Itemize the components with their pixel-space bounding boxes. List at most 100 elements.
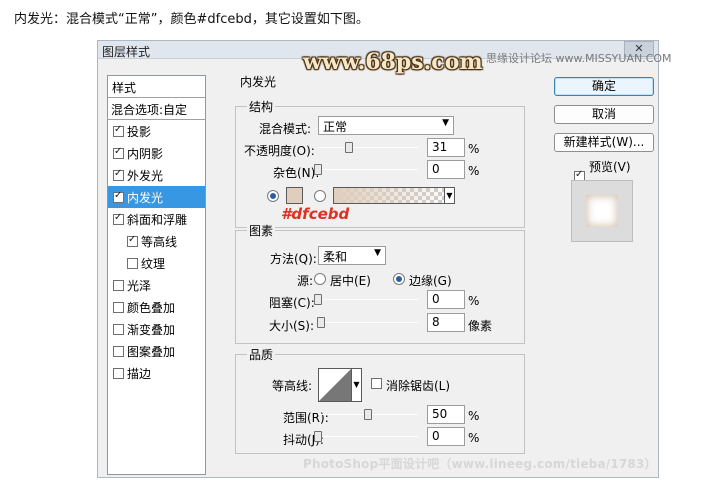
technique-select[interactable]: 柔和 ▼	[318, 246, 386, 265]
size-slider-thumb[interactable]	[317, 317, 326, 328]
styles-list: 样式 混合选项:自定 投影内阴影外发光内发光斜面和浮雕等高线纹理光泽颜色叠加渐变…	[107, 75, 206, 475]
layer-style-dialog: 图层样式 ✕ www.68ps.com 思缘设计论坛 www.MISSYUAN.…	[97, 40, 672, 478]
range-input[interactable]: 50	[427, 405, 465, 424]
style-checkbox[interactable]	[113, 301, 124, 313]
size-slider-track[interactable]	[318, 322, 418, 323]
noise-input[interactable]: 0	[427, 160, 465, 179]
preview-thumbnail	[571, 180, 633, 242]
contour-picker[interactable]	[318, 368, 352, 402]
style-checkbox[interactable]	[113, 190, 124, 203]
style-checkbox[interactable]	[113, 279, 124, 291]
gradient-radio[interactable]	[314, 190, 326, 202]
choke-slider-track[interactable]	[318, 299, 418, 300]
section-title: 内发光	[238, 73, 279, 90]
chevron-down-icon: ▼	[444, 188, 454, 203]
style-item[interactable]: 图案叠加	[108, 340, 205, 362]
opacity-label: 不透明度(O):	[244, 144, 315, 158]
opacity-slider-track[interactable]	[318, 147, 418, 148]
size-input[interactable]: 8	[427, 313, 465, 332]
blend-mode-select[interactable]: 正常 ▼	[318, 116, 454, 135]
jitter-slider-thumb[interactable]	[314, 431, 322, 442]
style-checkbox[interactable]	[113, 345, 124, 357]
noise-slider-track[interactable]	[318, 169, 418, 170]
style-item[interactable]: 外发光	[108, 164, 205, 186]
structure-title: 结构	[247, 98, 276, 115]
choke-slider-thumb[interactable]	[314, 294, 322, 305]
blending-options-item[interactable]: 混合选项:自定	[108, 98, 205, 120]
style-item[interactable]: 描边	[108, 362, 205, 384]
style-item-label: 纹理	[141, 256, 166, 271]
glow-color-swatch[interactable]	[286, 187, 303, 204]
jitter-input[interactable]: 0	[427, 427, 465, 446]
size-label: 大小(S):	[269, 319, 315, 333]
quality-group	[235, 354, 525, 454]
quality-title: 品质	[247, 346, 276, 363]
style-item[interactable]: 内阴影	[108, 142, 205, 164]
source-edge-label: 边缘(G)	[409, 274, 452, 288]
source-edge-radio[interactable]	[393, 273, 405, 285]
style-checkbox[interactable]	[113, 124, 124, 137]
style-item-label: 外发光	[127, 168, 164, 183]
style-item[interactable]: 光泽	[108, 274, 205, 296]
blend-mode-value: 正常	[323, 120, 348, 134]
source-label: 源:	[297, 274, 314, 288]
technique-label: 方法(Q):	[270, 252, 317, 266]
style-checkbox[interactable]	[113, 146, 124, 159]
antialias-label: 消除锯齿(L)	[386, 379, 451, 393]
new-style-button[interactable]: 新建样式(W)...	[554, 133, 654, 152]
style-item[interactable]: 内发光	[108, 186, 205, 208]
cancel-button[interactable]: 取消	[554, 105, 654, 124]
chevron-down-icon: ▼	[374, 248, 381, 258]
style-item[interactable]: 等高线	[108, 230, 205, 252]
style-checkbox[interactable]	[113, 323, 124, 335]
style-item-label: 颜色叠加	[127, 300, 176, 315]
antialias-checkbox[interactable]	[371, 378, 382, 389]
style-checkbox[interactable]	[127, 234, 138, 247]
style-item[interactable]: 渐变叠加	[108, 318, 205, 340]
style-checkbox[interactable]	[113, 367, 124, 379]
gradient-picker[interactable]: ▼	[333, 187, 455, 204]
source-center-radio[interactable]	[314, 273, 326, 285]
noise-slider-thumb[interactable]	[314, 164, 322, 175]
style-checkbox[interactable]	[113, 168, 124, 181]
preview-swatch	[586, 195, 618, 227]
style-item[interactable]: 斜面和浮雕	[108, 208, 205, 230]
noise-unit: %	[468, 164, 480, 178]
styles-header[interactable]: 样式	[108, 76, 205, 98]
style-item-label: 光泽	[127, 278, 152, 293]
style-item-label: 描边	[127, 366, 152, 381]
style-item[interactable]: 颜色叠加	[108, 296, 205, 318]
watermark-logo: www.68ps.com	[303, 49, 483, 75]
color-radio[interactable]	[267, 190, 279, 202]
choke-label: 阻塞(C):	[269, 296, 315, 310]
technique-value: 柔和	[323, 250, 348, 264]
range-unit: %	[468, 409, 480, 423]
style-item-label: 图案叠加	[127, 344, 176, 359]
opacity-unit: %	[468, 142, 480, 156]
contour-label: 等高线:	[272, 379, 313, 393]
source-center-label: 居中(E)	[330, 274, 371, 288]
style-checkbox[interactable]	[127, 257, 138, 269]
blend-mode-label: 混合模式:	[259, 122, 312, 136]
chevron-down-icon[interactable]: ▼	[352, 368, 362, 402]
watermark-footer: PhotoShop平面设计吧（www.lineeg.com/tieba/1783…	[303, 457, 657, 471]
range-slider-thumb[interactable]	[364, 409, 372, 420]
style-item-label: 内发光	[127, 190, 164, 205]
opacity-input[interactable]: 31	[427, 138, 465, 157]
jitter-slider-track[interactable]	[318, 436, 418, 437]
opacity-slider-thumb[interactable]	[345, 142, 353, 153]
jitter-unit: %	[468, 431, 480, 445]
style-item-label: 内阴影	[127, 146, 164, 161]
style-item-label: 等高线	[141, 234, 178, 249]
style-item[interactable]: 投影	[108, 120, 205, 142]
ok-button[interactable]: 确定	[554, 77, 654, 96]
choke-unit: %	[468, 294, 480, 308]
elements-title: 图素	[247, 222, 276, 239]
choke-input[interactable]: 0	[427, 290, 465, 309]
chevron-down-icon: ▼	[442, 118, 449, 128]
style-item[interactable]: 纹理	[108, 252, 205, 274]
style-checkbox[interactable]	[113, 212, 124, 225]
noise-label: 杂色(N):	[273, 166, 320, 180]
watermark-site: 思缘设计论坛 www.MISSYUAN.COM	[486, 52, 672, 65]
range-label: 范围(R):	[283, 411, 329, 425]
